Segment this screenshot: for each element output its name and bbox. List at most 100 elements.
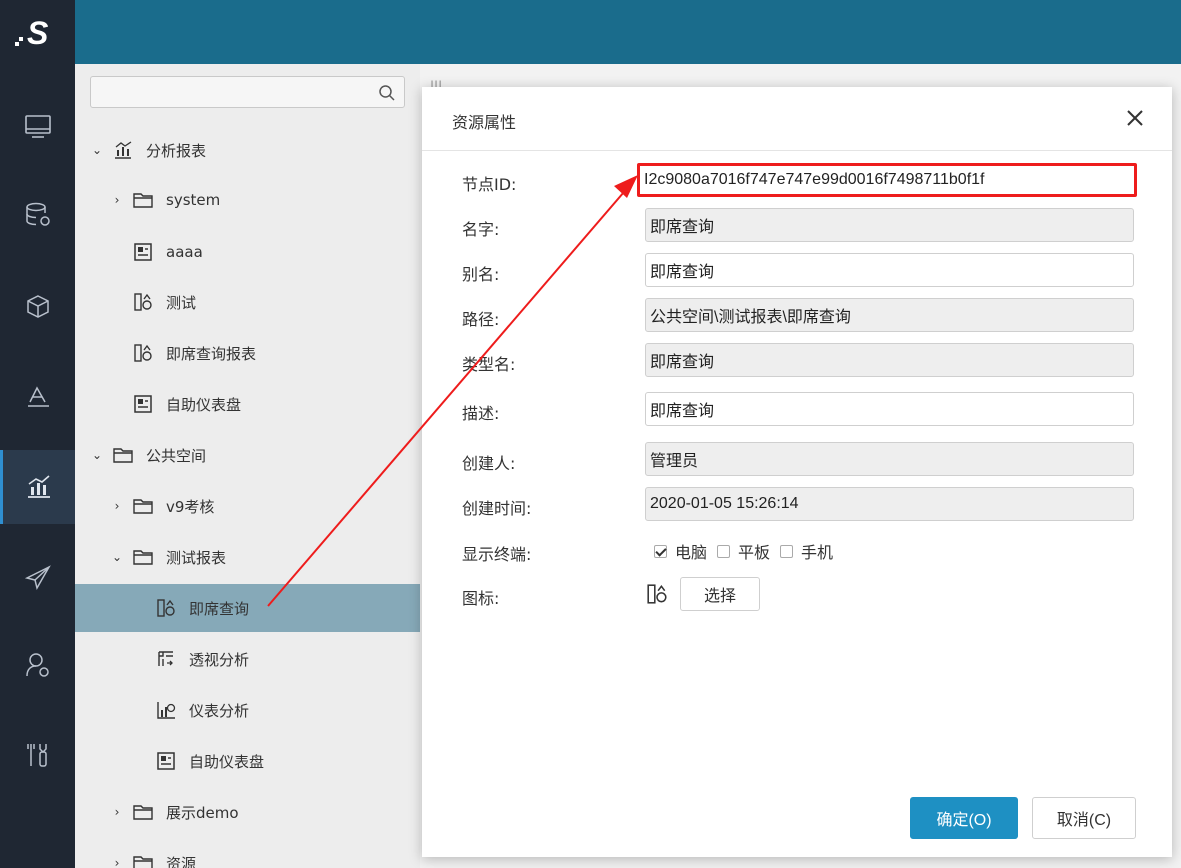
pc-label: 电脑: [675, 543, 708, 562]
folder-icon: [132, 496, 154, 516]
chevron-down-icon[interactable]: ⌄: [90, 448, 104, 462]
pc-checkbox[interactable]: [654, 544, 667, 558]
tree-item-label: 测试报表: [166, 548, 227, 567]
tree-item-label: 即席查询报表: [166, 344, 257, 363]
terminals-checkboxes: 电脑 平板 手机: [654, 539, 843, 563]
tree-search-input[interactable]: [91, 77, 371, 107]
field-type-name: 类型名:: [422, 343, 1172, 379]
nav-system-tools[interactable]: [0, 718, 75, 792]
cancel-button[interactable]: 取消(C): [1032, 797, 1136, 839]
tree-item-analysis-reports[interactable]: ⌄ 分析报表: [75, 126, 420, 174]
description-input[interactable]: [645, 392, 1134, 426]
nav-user-management[interactable]: [0, 628, 75, 702]
cube-icon: [26, 295, 49, 318]
nav-analysis[interactable]: [0, 450, 75, 524]
icon-label: 图标:: [462, 589, 500, 608]
field-path: 路径:: [422, 298, 1172, 334]
chevron-down-icon[interactable]: ⌄: [90, 143, 104, 157]
choose-icon-button[interactable]: 选择: [680, 577, 760, 611]
database-settings-icon: [25, 202, 50, 226]
send-icon: [24, 565, 51, 590]
tree-item-label: 仪表分析: [189, 701, 250, 720]
path-input[interactable]: [645, 298, 1134, 332]
chevron-right-icon[interactable]: ›: [110, 805, 124, 819]
tree-item-self-dashboard-2[interactable]: 自助仪表盘: [75, 737, 420, 785]
nav-monitor[interactable]: [0, 90, 75, 164]
creator-input[interactable]: [645, 442, 1134, 476]
terminals-label: 显示终端:: [462, 545, 532, 564]
tree-item-label: system: [166, 191, 221, 209]
tree-item-label: 资源: [166, 854, 197, 868]
field-node-id: 节点ID:: [422, 163, 1172, 199]
tree-item-label: 分析报表: [146, 141, 207, 160]
nav-layers[interactable]: [0, 360, 75, 434]
tree-item-system[interactable]: › system: [75, 176, 420, 224]
node-id-input[interactable]: [637, 163, 1137, 197]
chevron-right-icon[interactable]: ›: [110, 499, 124, 513]
app-logo[interactable]: S: [0, 0, 75, 64]
field-alias: 别名:: [422, 253, 1172, 289]
svg-text:S: S: [27, 15, 49, 49]
tree-item-gauge-analysis[interactable]: 仪表分析: [75, 686, 420, 734]
pivot-icon: [155, 649, 177, 669]
chevron-down-icon[interactable]: ⌄: [110, 550, 124, 564]
created-time-input[interactable]: [645, 487, 1134, 521]
nav-model[interactable]: [0, 270, 75, 344]
tree-item-label: 测试: [166, 293, 197, 312]
folder-icon: [132, 853, 154, 868]
tree-item-pivot[interactable]: 透视分析: [75, 635, 420, 683]
tree-item-adhoc-query[interactable]: 即席查询: [75, 584, 420, 632]
creator-label: 创建人:: [462, 454, 516, 473]
phone-checkbox[interactable]: [780, 544, 794, 558]
tree-search: [90, 76, 405, 108]
type-name-input[interactable]: [645, 343, 1134, 377]
nav-datasource[interactable]: [0, 178, 75, 252]
field-terminals: 显示终端: 电脑 平板 手机: [422, 533, 1172, 569]
folder-icon: [112, 445, 134, 465]
top-bar: [75, 0, 1181, 64]
chevron-right-icon[interactable]: ›: [110, 193, 124, 207]
tree-item-label: 即席查询: [189, 599, 250, 618]
tablet-checkbox[interactable]: [717, 544, 731, 558]
folder-icon: [132, 190, 154, 210]
tree-item-adhoc-report[interactable]: 即席查询报表: [75, 329, 420, 377]
folder-icon: [132, 802, 154, 822]
adhoc-query-icon: [646, 583, 668, 609]
dashboard-icon: [155, 751, 177, 771]
tree-item-resources[interactable]: › 资源: [75, 839, 420, 868]
tools-icon: [26, 744, 47, 767]
ok-button[interactable]: 确定(O): [910, 797, 1018, 839]
dialog-header: 资源属性: [422, 87, 1172, 151]
search-icon[interactable]: [378, 84, 396, 106]
adhoc-query-icon: [132, 343, 154, 363]
tree-item-label: aaaa: [166, 243, 203, 261]
tree-item-demo[interactable]: › 展示demo: [75, 788, 420, 836]
tree-item-test[interactable]: 测试: [75, 278, 420, 326]
close-icon[interactable]: [1124, 107, 1146, 129]
chevron-right-icon[interactable]: ›: [110, 856, 124, 868]
phone-label: 手机: [801, 543, 834, 562]
path-label: 路径:: [462, 310, 500, 329]
tree-item-label: 自助仪表盘: [166, 395, 242, 414]
resource-properties-dialog: 资源属性 节点ID: 名字: 别名: 路径: 类型名: 描述: 创建人: 创建时…: [422, 87, 1172, 857]
nav-publish[interactable]: [0, 540, 75, 614]
description-label: 描述:: [462, 404, 500, 423]
tree-item-v9[interactable]: › v9考核: [75, 482, 420, 530]
alias-input[interactable]: [645, 253, 1134, 287]
layers-icon: [27, 386, 49, 407]
name-input[interactable]: [645, 208, 1134, 242]
resource-tree: ⌄ 分析报表 › system aaaa 测试 即席查询报表 自助仪表盘 ⌄ 公…: [75, 64, 420, 868]
name-label: 名字:: [462, 220, 500, 239]
folder-icon: [132, 547, 154, 567]
field-created-time: 创建时间:: [422, 487, 1172, 523]
tree-item-label: 自助仪表盘: [189, 752, 265, 771]
tree-item-test-reports[interactable]: ⌄ 测试报表: [75, 533, 420, 581]
logo-icon: S: [14, 15, 49, 49]
tree-item-aaaa[interactable]: aaaa: [75, 228, 420, 276]
dashboard-icon: [132, 394, 154, 414]
adhoc-query-icon: [132, 292, 154, 312]
tree-item-public-space[interactable]: ⌄ 公共空间: [75, 431, 420, 479]
adhoc-query-icon: [155, 598, 177, 618]
field-creator: 创建人:: [422, 442, 1172, 478]
tree-item-self-dashboard[interactable]: 自助仪表盘: [75, 380, 420, 428]
